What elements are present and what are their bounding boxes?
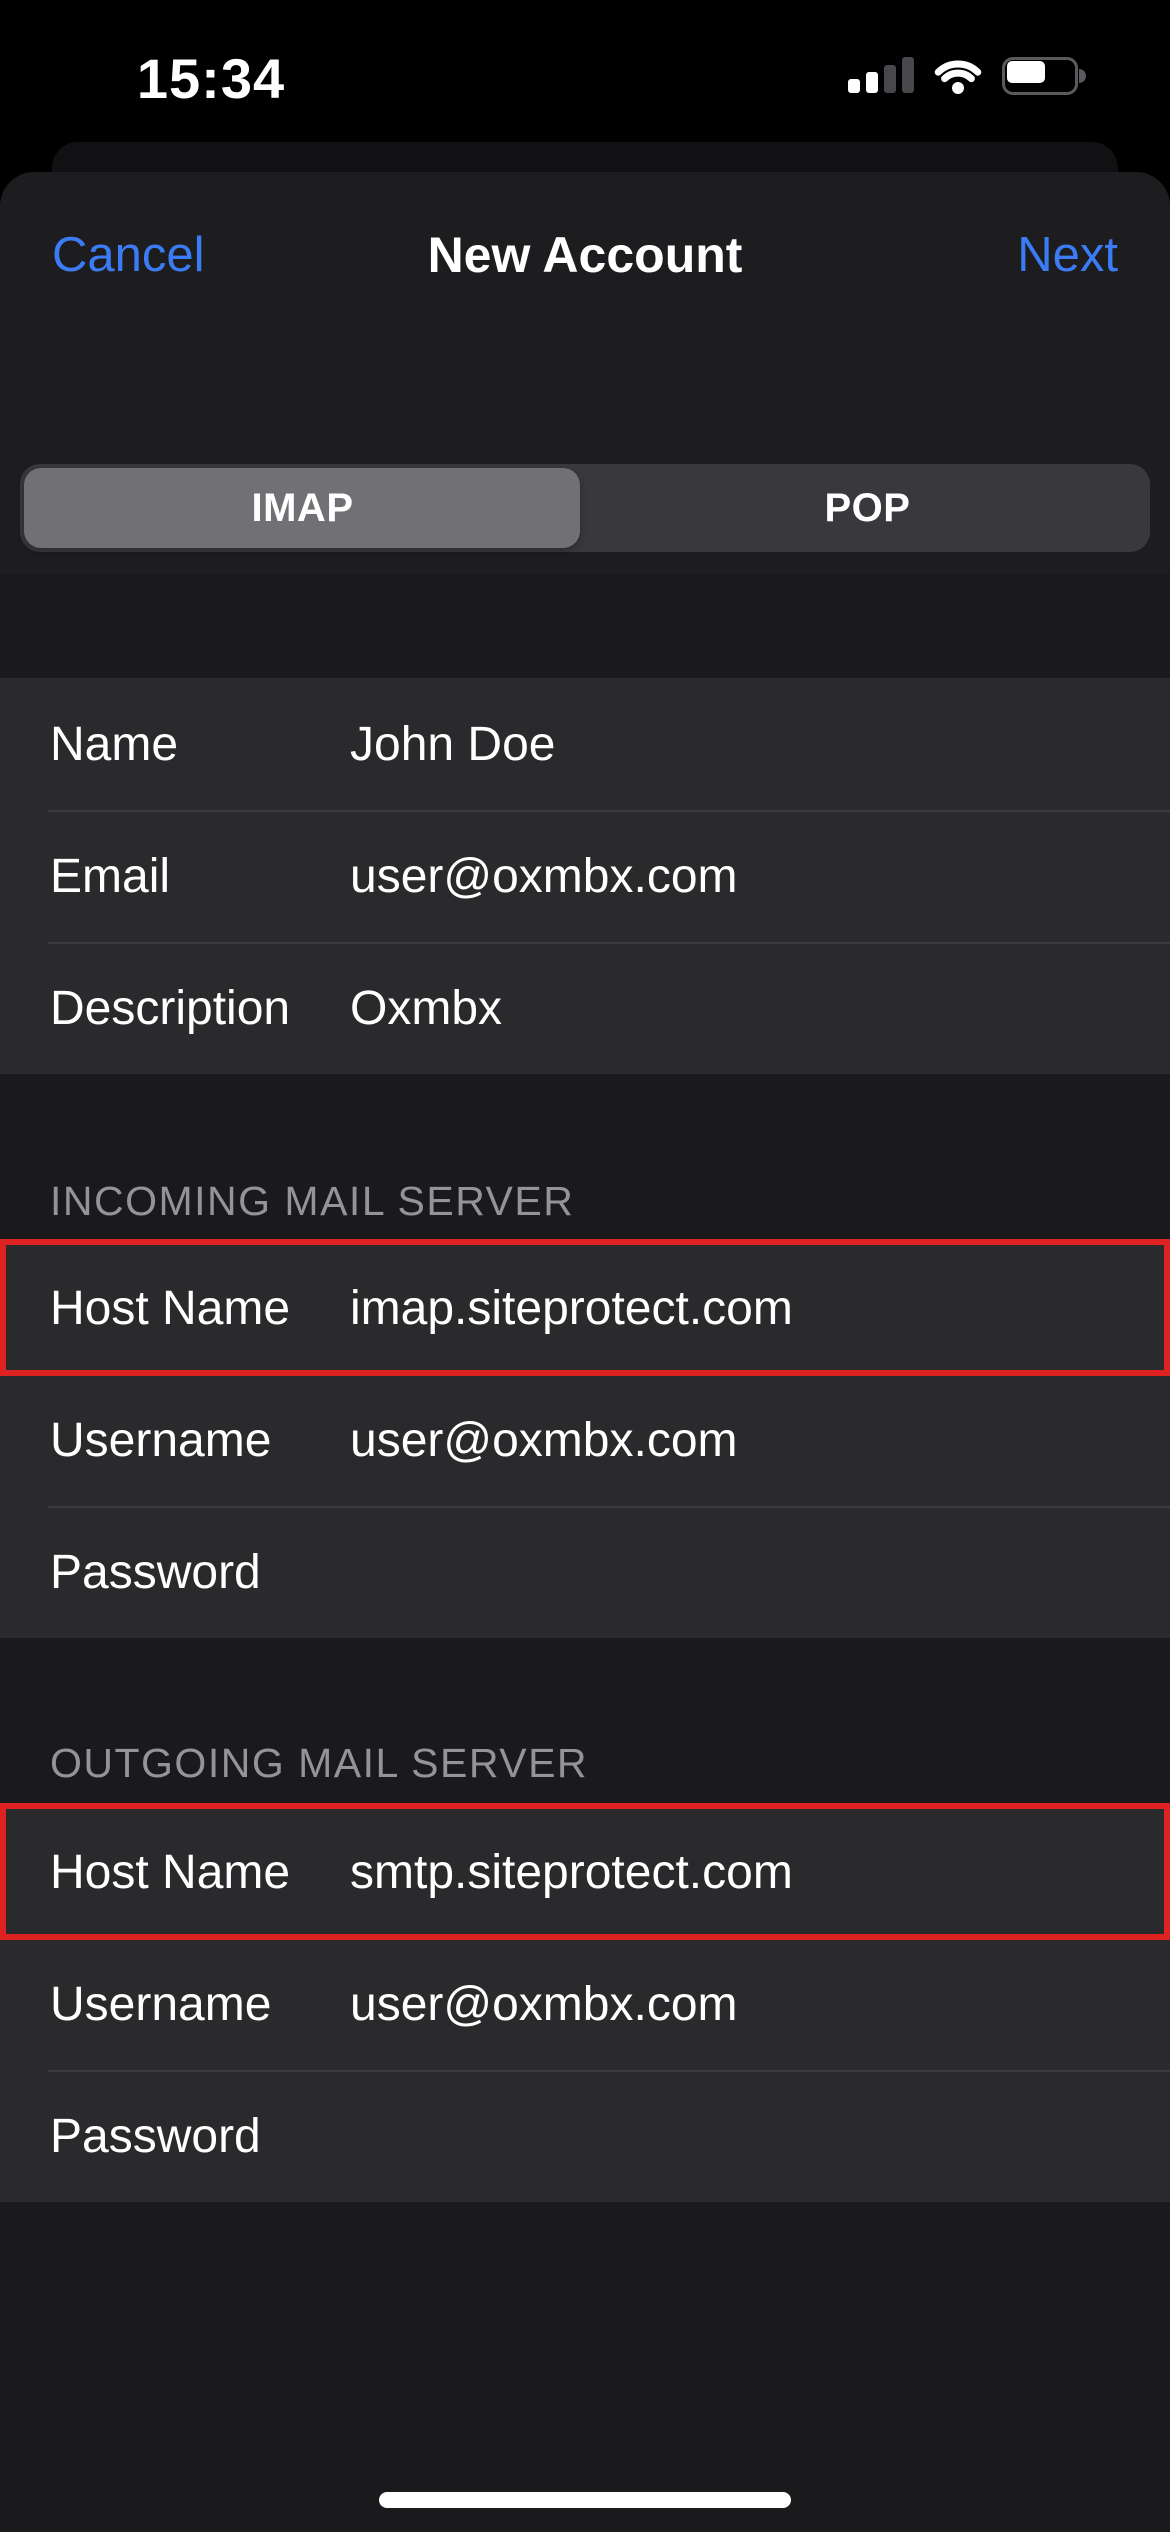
name-label: Name xyxy=(50,717,350,772)
outgoing-password-row[interactable]: Password xyxy=(0,2070,1170,2202)
battery-icon xyxy=(1002,56,1090,96)
status-icons xyxy=(848,52,1090,100)
segment-imap[interactable]: IMAP xyxy=(20,464,585,552)
description-input[interactable]: Oxmbx xyxy=(350,981,502,1036)
email-row[interactable]: Email user@oxmbx.com xyxy=(0,810,1170,942)
outgoing-host-name-highlight-box xyxy=(0,1803,1170,1940)
incoming-password-label: Password xyxy=(50,1545,350,1600)
incoming-username-input[interactable]: user@oxmbx.com xyxy=(350,1413,738,1468)
description-row[interactable]: Description Oxmbx xyxy=(0,942,1170,1074)
email-input[interactable]: user@oxmbx.com xyxy=(350,849,738,904)
outgoing-mail-server-header: OUTGOING MAIL SERVER xyxy=(50,1740,588,1787)
home-indicator[interactable] xyxy=(379,2492,791,2508)
outgoing-password-label: Password xyxy=(50,2109,350,2164)
incoming-host-name-highlight-box xyxy=(0,1239,1170,1376)
next-button[interactable]: Next xyxy=(1017,227,1118,283)
navigation-bar: Cancel New Account Next xyxy=(0,172,1170,338)
cellular-signal-icon xyxy=(848,55,914,98)
incoming-mail-server-header: INCOMING MAIL SERVER xyxy=(50,1178,574,1225)
iphone-screen: 15:34 xyxy=(0,0,1170,2532)
wifi-icon xyxy=(931,54,985,99)
account-fields-group: Name John Doe Email user@oxmbx.com Descr… xyxy=(0,678,1170,1074)
status-bar: 15:34 xyxy=(0,0,1170,142)
status-time: 15:34 xyxy=(96,46,326,111)
incoming-password-row[interactable]: Password xyxy=(0,1506,1170,1638)
description-label: Description xyxy=(50,981,350,1036)
name-row[interactable]: Name John Doe xyxy=(0,678,1170,810)
outgoing-username-label: Username xyxy=(50,1977,350,2032)
outgoing-username-row[interactable]: Username user@oxmbx.com xyxy=(0,1938,1170,2070)
incoming-username-label: Username xyxy=(50,1413,350,1468)
cancel-button[interactable]: Cancel xyxy=(52,227,205,283)
segment-pop[interactable]: POP xyxy=(585,464,1150,552)
email-label: Email xyxy=(50,849,350,904)
protocol-segmented-control: IMAP POP xyxy=(20,464,1150,552)
incoming-username-row[interactable]: Username user@oxmbx.com xyxy=(0,1374,1170,1506)
name-input[interactable]: John Doe xyxy=(350,717,555,772)
outgoing-username-input[interactable]: user@oxmbx.com xyxy=(350,1977,738,2032)
